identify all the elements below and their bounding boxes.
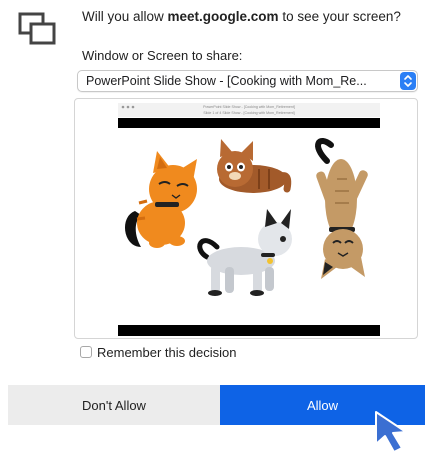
mouse-pointer-icon: [375, 411, 407, 453]
selected-source: PowerPoint Slide Show - [Cooking with Mo…: [86, 74, 367, 88]
remember-label: Remember this decision: [97, 344, 237, 360]
remember-checkbox[interactable]: [80, 346, 92, 358]
source-select[interactable]: PowerPoint Slide Show - [Cooking with Mo…: [77, 70, 418, 92]
screen-share-icon: [18, 12, 56, 45]
window-preview: PowerPoint Slide Show - [Cooking with Mo…: [74, 98, 418, 339]
remember-decision[interactable]: Remember this decision: [80, 344, 236, 360]
permission-prompt: Will you allow meet.google.com to see yo…: [82, 9, 401, 24]
preview-title: PowerPoint Slide Show - [Cooking with Mo…: [203, 105, 295, 109]
preview-subtitle: Slide 1 of 4 Slide Show - [Cooking with …: [203, 111, 294, 115]
source-label: Window or Screen to share:: [82, 48, 243, 63]
dont-allow-button[interactable]: Don't Allow: [8, 385, 220, 425]
chevron-updown-icon: [400, 72, 416, 90]
site-name: meet.google.com: [167, 9, 279, 24]
